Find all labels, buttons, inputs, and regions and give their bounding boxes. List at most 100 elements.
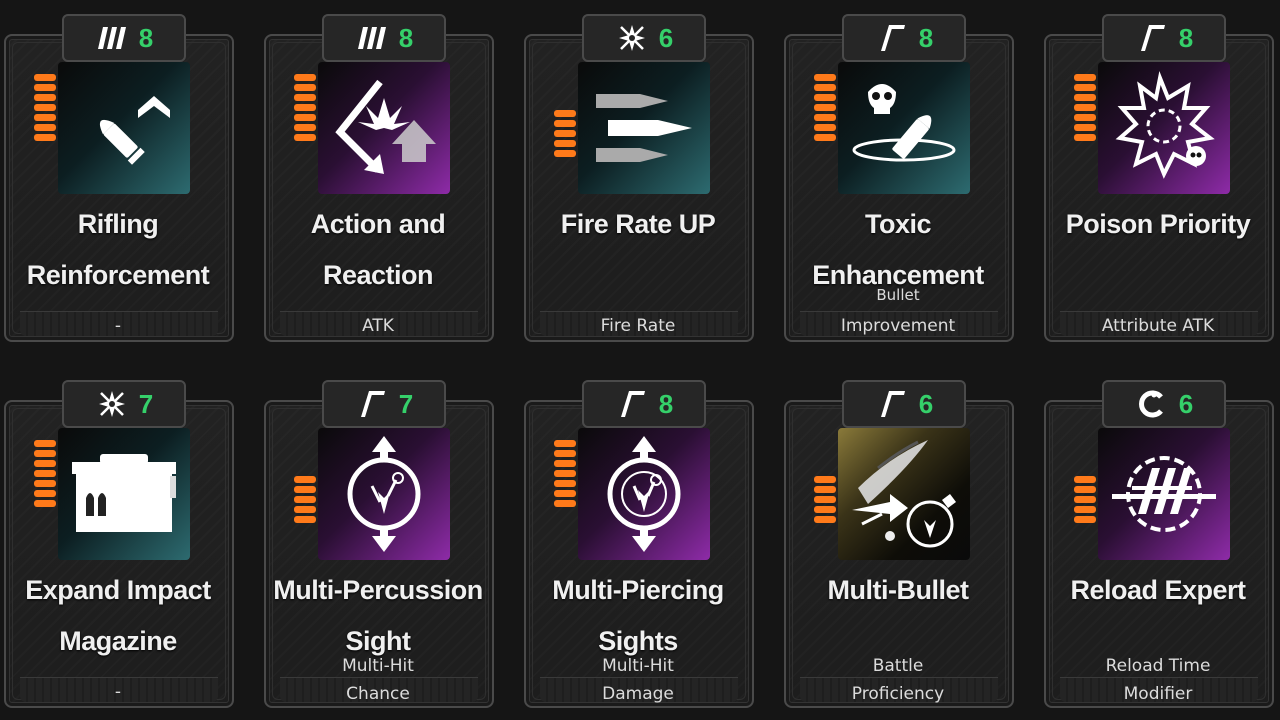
pip [1074,84,1096,91]
level-pips [554,440,576,507]
pip [554,440,576,447]
pip [294,104,316,111]
pip [814,516,836,523]
pip [294,84,316,91]
cost-tab: 8 [582,380,706,428]
pip [554,500,576,507]
level-pips [814,476,836,523]
cost-tab: 8 [62,14,186,62]
pip [294,74,316,81]
cost-tab: 7 [322,380,446,428]
cost-value: 8 [918,22,934,53]
pip [554,480,576,487]
card-category-line2: Improvement [840,316,956,336]
pip [294,94,316,101]
cost-tab: 6 [842,380,966,428]
reload-icon [1098,428,1230,560]
stripes-icon [355,21,389,55]
multi-bullet-icon [838,428,970,560]
cost-value: 6 [918,388,934,419]
pip [34,74,56,81]
cost-value: 7 [398,388,414,419]
reload-c-icon [1135,387,1169,421]
pip [294,506,316,513]
multi-hit-circle-icon [318,428,450,560]
cost-tab: 8 [322,14,446,62]
pip [554,460,576,467]
card-category-line2: Modifier [1123,684,1193,704]
skill-card-reload-expert[interactable]: 6 Reload Expert Reload Time Modifier [1044,380,1274,708]
slash-gamma-icon [875,387,909,421]
card-category: Attribute ATK [1101,316,1215,336]
pip [34,470,56,477]
pip [814,74,836,81]
pip [1074,74,1096,81]
cost-tab: 8 [842,14,966,62]
card-category: - [114,682,122,702]
pip [294,476,316,483]
cost-value: 8 [138,22,154,53]
cost-tab: 7 [62,380,186,428]
pip [34,134,56,141]
pip [814,104,836,111]
card-category-line2: Chance [346,684,410,704]
pip [34,450,56,457]
skill-card-multi-piercing-sights[interactable]: 8 Multi-Piercing Sights Multi-Hit Damage [524,380,754,708]
skill-card-rifling-reinforcement[interactable]: 8 Rifling Reinforcement - [4,14,234,342]
pip [34,480,56,487]
bullet-upgrade-icon [58,62,190,194]
cost-tab: 6 [582,14,706,62]
pip [554,120,576,127]
ricochet-arrow-icon [318,62,450,194]
pip [1074,114,1096,121]
star-cross-icon [615,21,649,55]
pip [554,140,576,147]
level-pips [1074,476,1096,523]
card-title: Reload Expert [1070,575,1246,605]
pip [554,110,576,117]
slash-gamma-icon [355,387,389,421]
pip [34,124,56,131]
pip [34,500,56,507]
pip [294,114,316,121]
cost-value: 8 [1178,22,1194,53]
skill-card-multi-bullet[interactable]: 6 Multi-Bullet Battle Proficiency [784,380,1014,708]
pip [814,114,836,121]
pip [1074,506,1096,513]
cost-value: 6 [658,22,674,53]
level-pips [554,110,576,157]
skill-card-multi-percussion-sight[interactable]: 7 Multi-Percussion Sight Multi-Hit Chance [264,380,494,708]
card-category-line2: Proficiency [851,684,945,704]
pip [34,114,56,121]
pip [814,506,836,513]
pip [34,84,56,91]
skill-card-toxic-enhancement[interactable]: 8 Toxic Enhancement Bullet Improvement [784,14,1014,342]
pip [814,486,836,493]
level-pips [294,74,316,141]
level-pips [1074,74,1096,141]
pip [814,476,836,483]
card-category: Multi-Hit [342,656,414,676]
pip [1074,486,1096,493]
pip [1074,496,1096,503]
card-category: - [114,316,122,336]
ammo-box-icon [58,428,190,560]
skill-card-fire-rate-up[interactable]: 6 Fire Rate UP Fire Rate [524,14,754,342]
card-category: Reload Time [1105,656,1211,676]
pip [34,440,56,447]
pip [294,516,316,523]
pip [294,486,316,493]
skill-card-poison-priority[interactable]: 8 Poison Priority Attribute ATK [1044,14,1274,342]
card-category-line2: Damage [602,684,674,704]
pip [554,470,576,477]
card-title: Expand Impact Magazine [25,575,211,656]
star-cross-icon [95,387,129,421]
slash-gamma-icon [615,387,649,421]
cost-value: 8 [398,22,414,53]
level-pips [34,440,56,507]
pip [814,496,836,503]
card-title: Rifling Reinforcement [26,209,210,290]
card-category: Multi-Hit [602,656,674,676]
skill-card-action-and-reaction[interactable]: 8 Action and Reaction ATK [264,14,494,342]
skill-card-expand-impact-magazine[interactable]: 7 Expand Impact Magazine - [4,380,234,708]
